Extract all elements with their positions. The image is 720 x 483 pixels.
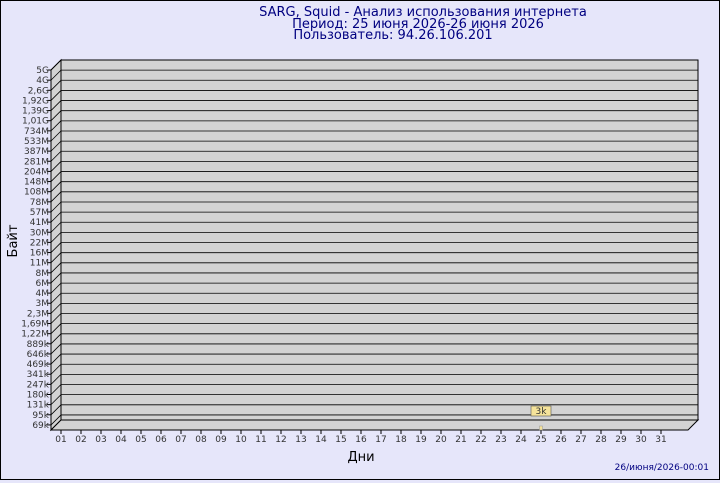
x-tick-label: 18 [395,435,407,445]
y-tick-label: 3M [36,299,50,309]
y-tick-label: 1,01G [22,117,49,127]
y-tick-label: 57M [30,208,49,218]
y-tick-label: 108M [24,188,49,198]
x-tick-label: 26 [555,435,567,445]
y-tick-label: 30M [30,228,49,238]
x-tick-label: 09 [215,435,227,445]
y-tick-label: 734M [24,127,49,137]
x-tick-label: 06 [155,435,167,445]
y-tick-label: 889k [27,340,50,350]
x-tick-label: 17 [375,435,386,445]
x-tick-label: 31 [655,435,666,445]
x-tick-label: 03 [95,435,106,445]
x-tick-label: 29 [615,435,627,445]
x-tick-label: 05 [135,435,146,445]
y-tick-label: 5G [36,66,49,76]
x-tick-label: 15 [335,435,346,445]
y-tick-label: 1,39G [22,107,49,117]
y-tick-label: 180k [27,391,50,401]
chart-frame: SARG, Squid - Анализ использования интер… [0,0,720,480]
y-tick-label: 78M [30,198,49,208]
plot-area: 5G4G2,6G1,92G1,39G1,01G734M533M387M281M2… [21,58,700,445]
y-tick-label: 4G [36,76,49,86]
y-tick-label: 131k [27,401,50,411]
y-tick-label: 95k [32,411,49,421]
y-tick-label: 387M [24,147,49,157]
x-tick-label: 22 [475,435,486,445]
timestamp: 26/июня/2026-00:01 [615,463,709,473]
y-tick-label: 22M [30,238,49,248]
x-tick-label: 11 [255,435,266,445]
y-tick-label: 646k [27,350,50,360]
x-tick-label: 01 [55,435,66,445]
x-tick-label: 13 [295,435,306,445]
x-tick-label: 16 [355,435,367,445]
x-tick-label: 23 [495,435,506,445]
chart-user: Пользователь: 94.26.106.201 [293,28,492,43]
y-tick-label: 8M [36,269,50,279]
y-tick-label: 4M [36,289,50,299]
y-tick-label: 2,3M [27,309,49,319]
plot-back-wall [60,59,699,421]
y-tick-label: 2,6G [28,86,49,96]
x-tick-label: 30 [635,435,647,445]
x-tick-label: 20 [435,435,447,445]
y-tick-label: 204M [24,167,49,177]
plot-floor [49,419,700,431]
y-tick-label: 69k [32,421,49,431]
chart-svg: SARG, Squid - Анализ использования интер… [6,5,709,473]
x-tick-label: 14 [315,435,327,445]
x-tick-label: 08 [195,435,207,445]
x-axis-label: Дни [347,450,374,465]
y-tick-label: 281M [24,157,49,167]
x-tick-label: 04 [115,435,127,445]
y-tick-label: 533M [24,137,49,147]
x-tick-label: 21 [455,435,466,445]
y-axis-label: Байт [6,224,21,257]
x-tick-label: 27 [575,435,586,445]
y-tick-label: 1,92G [22,96,49,106]
x-tick-label: 25 [535,435,546,445]
bar-data-label: 3k [536,407,548,417]
y-tick-label: 16M [30,249,49,259]
y-tick-label: 469k [27,360,50,370]
x-tick-label: 24 [515,435,527,445]
x-tick-label: 10 [235,435,247,445]
x-tick-label: 07 [175,435,186,445]
y-tick-label: 148M [24,178,49,188]
x-tick-label: 28 [595,435,607,445]
y-tick-label: 247k [27,380,50,390]
bar-day-25 [539,425,543,431]
x-tick-label: 19 [415,435,427,445]
y-tick-label: 341k [27,370,50,380]
y-tick-label: 6M [36,279,50,289]
x-tick-label: 02 [75,435,86,445]
y-tick-label: 1,22M [21,330,49,340]
x-tick-label: 12 [275,435,286,445]
y-tick-label: 41M [30,218,49,228]
y-tick-label: 11M [30,259,49,269]
y-tick-label: 1,69M [21,320,49,330]
